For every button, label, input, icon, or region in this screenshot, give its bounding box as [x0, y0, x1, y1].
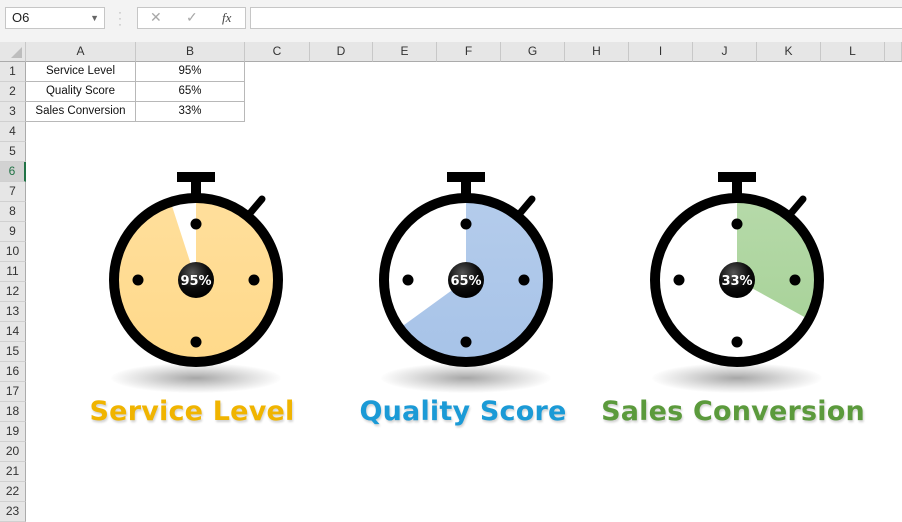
row-header-6[interactable]: 6 [0, 162, 26, 182]
row-header-22[interactable]: 22 [0, 482, 26, 502]
row-header-1[interactable]: 1 [0, 62, 26, 82]
gauge-tick-dot [731, 218, 743, 230]
row-header-16[interactable]: 16 [0, 362, 26, 382]
row-header-10[interactable]: 10 [0, 242, 26, 262]
gauge-tick-dot [518, 274, 530, 286]
gauge-value-label: 65% [450, 274, 481, 289]
column-header-c[interactable]: C [245, 42, 310, 62]
name-box[interactable]: O6 ▼ [5, 7, 105, 29]
row-header-17[interactable]: 17 [0, 382, 26, 402]
column-header-g[interactable]: G [501, 42, 565, 62]
column-header-l[interactable]: L [821, 42, 885, 62]
gauge-tick-dot [190, 336, 202, 348]
row-header-21[interactable]: 21 [0, 462, 26, 482]
column-header-d[interactable]: D [310, 42, 373, 62]
row-header-9[interactable]: 9 [0, 222, 26, 242]
cell-metric-label[interactable]: Service Level [26, 62, 136, 82]
chevron-down-icon[interactable]: ▼ [90, 8, 99, 28]
select-all-button[interactable] [0, 42, 26, 62]
stopwatch-gauge-quality-score: 65% [351, 168, 581, 398]
cell-metric-value[interactable]: 95% [136, 62, 245, 82]
row-header-7[interactable]: 7 [0, 182, 26, 202]
gauge-tick-dot [190, 218, 202, 230]
row-header-3[interactable]: 3 [0, 102, 26, 122]
row-header-4[interactable]: 4 [0, 122, 26, 142]
column-header-k[interactable]: K [757, 42, 821, 62]
drag-handle-icon[interactable]: · · · [118, 6, 122, 30]
row-header-23[interactable]: 23 [0, 502, 26, 522]
gauge-value-label: 33% [721, 274, 752, 289]
column-header-f[interactable]: F [437, 42, 501, 62]
row-header-8[interactable]: 8 [0, 202, 26, 222]
gauge-tick-dot [789, 274, 801, 286]
row-header-18[interactable]: 18 [0, 402, 26, 422]
row-header-5[interactable]: 5 [0, 142, 26, 162]
formula-buttons: ✕ ✓ fx [137, 7, 246, 29]
cell-metric-value[interactable]: 65% [136, 82, 245, 102]
cell-metric-label[interactable]: Quality Score [26, 82, 136, 102]
row-header-15[interactable]: 15 [0, 342, 26, 362]
column-header-a[interactable]: A [26, 42, 136, 62]
gauge-value-label: 95% [180, 274, 211, 289]
column-header-b[interactable]: B [136, 42, 245, 62]
row-header-20[interactable]: 20 [0, 442, 26, 462]
formula-input[interactable] [250, 7, 902, 29]
column-header-h[interactable]: H [565, 42, 629, 62]
column-header-i[interactable]: I [629, 42, 693, 62]
gauge-title: Service Level [89, 396, 295, 427]
gauge-tick-dot [402, 274, 414, 286]
gauge-tick-dot [460, 218, 472, 230]
column-header-m[interactable] [885, 42, 902, 62]
gauge-title: Sales Conversion [601, 396, 865, 427]
row-header-2[interactable]: 2 [0, 82, 26, 102]
gauge-tick-dot [731, 336, 743, 348]
stopwatch-gauge-service-level: 95% [81, 168, 311, 398]
row-header-13[interactable]: 13 [0, 302, 26, 322]
gauge-tick-dot [132, 274, 144, 286]
column-header-j[interactable]: J [693, 42, 757, 62]
cancel-icon[interactable]: ✕ [150, 9, 162, 26]
insert-function-icon[interactable]: fx [222, 10, 231, 26]
gauge-tick-dot [460, 336, 472, 348]
gauge-tick-dot [248, 274, 260, 286]
cell-metric-value[interactable]: 33% [136, 102, 245, 122]
row-header-19[interactable]: 19 [0, 422, 26, 442]
enter-icon[interactable]: ✓ [186, 9, 198, 26]
cell-metric-label[interactable]: Sales Conversion [26, 102, 136, 122]
row-header-14[interactable]: 14 [0, 322, 26, 342]
stopwatch-gauge-sales-conversion: 33% [622, 168, 852, 398]
gauge-title: Quality Score [359, 396, 567, 427]
column-header-e[interactable]: E [373, 42, 437, 62]
row-header-11[interactable]: 11 [0, 262, 26, 282]
row-header-12[interactable]: 12 [0, 282, 26, 302]
formula-bar-area: O6 ▼ · · · ✕ ✓ fx [0, 0, 902, 43]
gauge-tick-dot [673, 274, 685, 286]
name-box-value: O6 [12, 10, 30, 25]
